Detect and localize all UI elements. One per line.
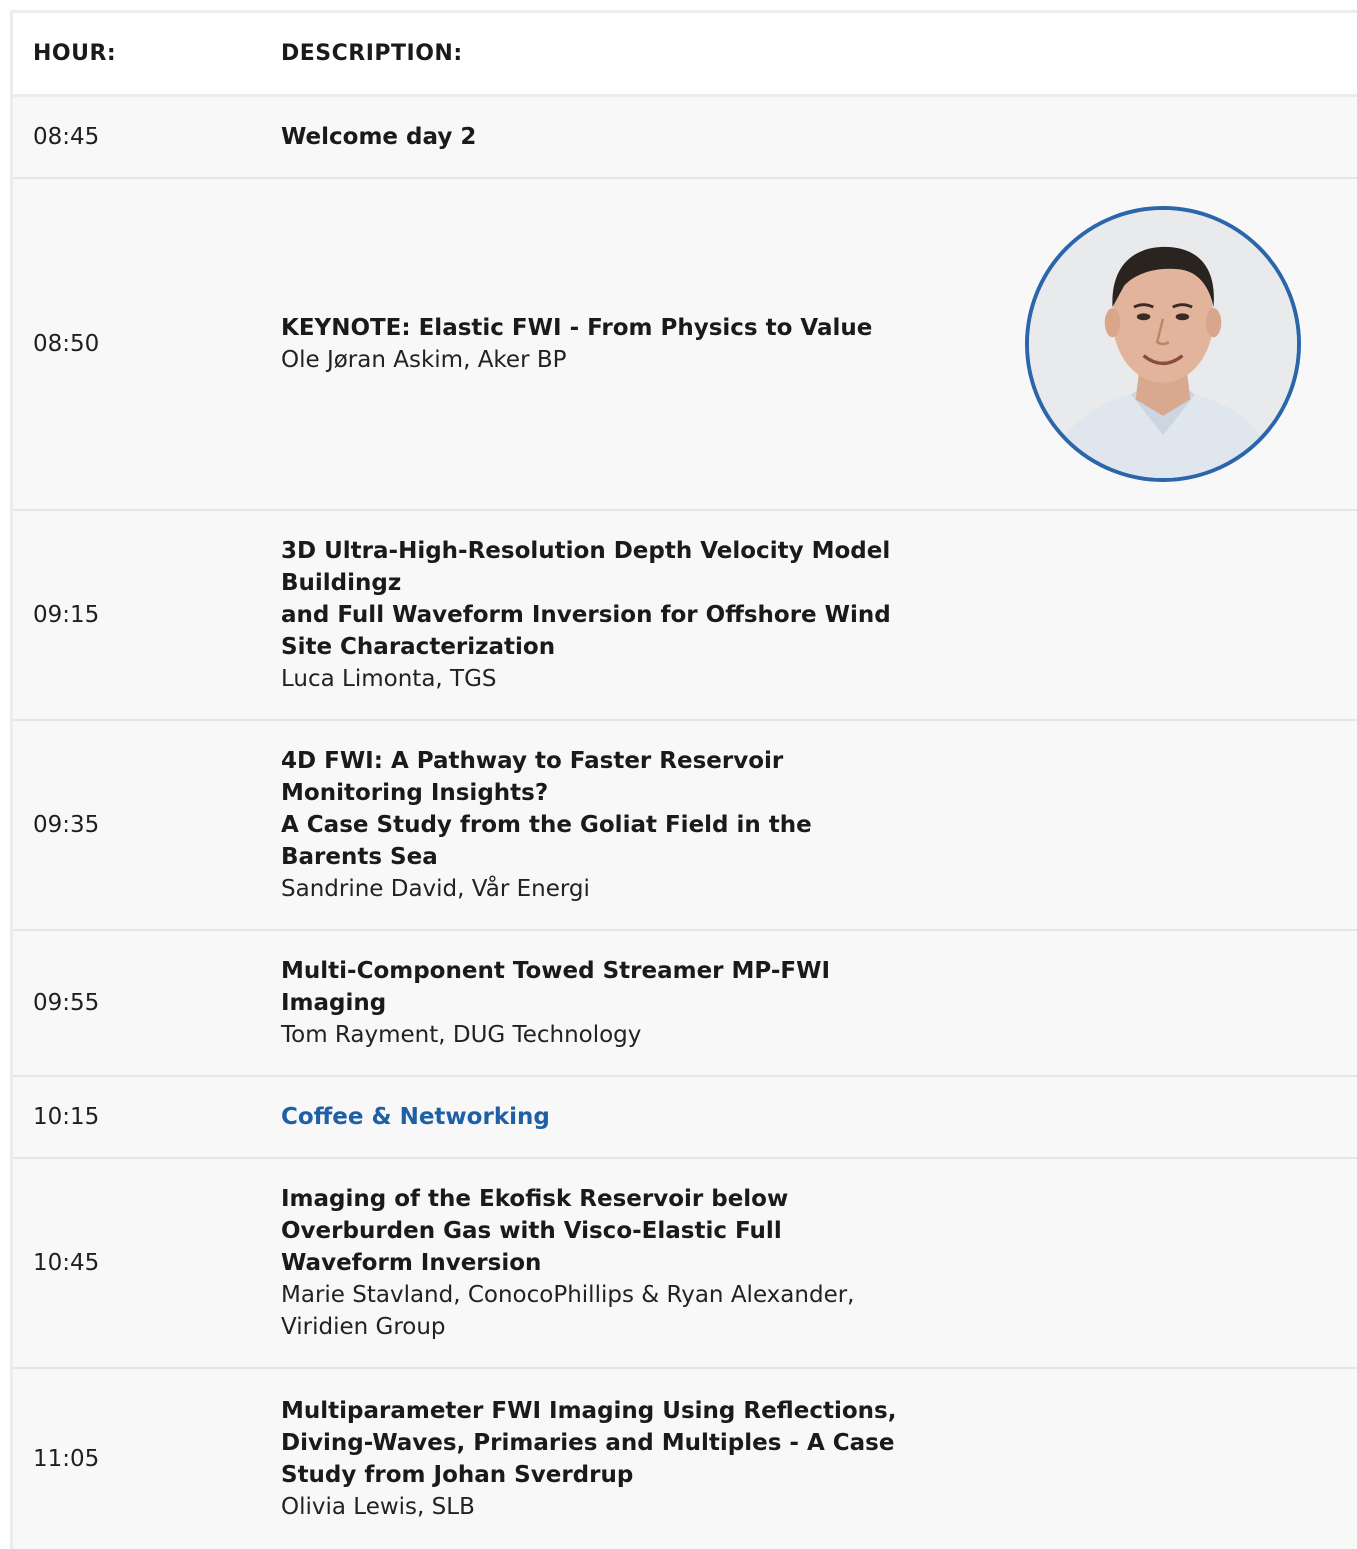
session-title: 3D Ultra-High-Resolution Depth Velocity … [281,538,891,596]
session-time: 10:45 [33,1250,100,1276]
speaker-portrait-icon [1029,210,1297,478]
description-column-header: DESCRIPTION: [281,41,463,66]
session-time: 09:35 [33,812,100,838]
agenda-row: 10:45 Imaging of the Ekofisk Reservoir b… [13,1159,1357,1369]
session-time: 08:50 [33,331,100,357]
session-title: KEYNOTE: Elastic FWI - From Physics to V… [281,315,873,341]
session-title: A Case Study from the Goliat Field in th… [281,812,812,870]
session-title: Welcome day 2 [281,124,477,150]
session-time: 08:45 [33,124,100,150]
session-speaker: Marie Stavland, ConocoPhillips & Ryan Al… [281,1282,855,1340]
agenda-row: 09:55 Multi-Component Towed Streamer MP-… [13,931,1357,1077]
table-header: HOUR: DESCRIPTION: [13,13,1357,97]
session-title: Multi-Component Towed Streamer MP-FWI Im… [281,958,831,1016]
session-speaker: Sandrine David, Vår Energi [281,876,590,902]
session-time: 09:15 [33,602,100,628]
agenda-row: 09:15 3D Ultra-High-Resolution Depth Vel… [13,511,1357,721]
agenda-row: 09:35 4D FWI: A Pathway to Faster Reserv… [13,721,1357,931]
agenda-row: 08:50 KEYNOTE: Elastic FWI - From Physic… [13,179,1357,511]
session-time: 11:05 [33,1446,100,1472]
session-time: 09:55 [33,990,100,1016]
hour-column-header: HOUR: [33,41,117,66]
session-title: Imaging of the Ekofisk Reservoir below O… [281,1186,789,1276]
session-speaker: Olivia Lewis, SLB [281,1494,475,1520]
agenda-row: 10:15 Coffee & Networking [13,1077,1357,1159]
session-title: Multiparameter FWI Imaging Using Reflect… [281,1398,897,1488]
break-title: Coffee & Networking [281,1104,550,1130]
session-speaker: Ole Jøran Askim, Aker BP [281,347,567,373]
session-speaker: Luca Limonta, TGS [281,666,497,692]
agenda-row: 08:45 Welcome day 2 [13,97,1357,179]
agenda-table: HOUR: DESCRIPTION: 08:45 Welcome day 2 0… [10,10,1357,1549]
session-title: 4D FWI: A Pathway to Faster Reservoir Mo… [281,748,784,806]
session-time: 10:15 [33,1104,100,1130]
agenda-row: 11:05 Multiparameter FWI Imaging Using R… [13,1369,1357,1549]
speaker-photo-avatar [1025,206,1301,482]
session-speaker: Tom Rayment, DUG Technology [281,1022,642,1048]
session-title: and Full Waveform Inversion for Offshore… [281,602,891,660]
